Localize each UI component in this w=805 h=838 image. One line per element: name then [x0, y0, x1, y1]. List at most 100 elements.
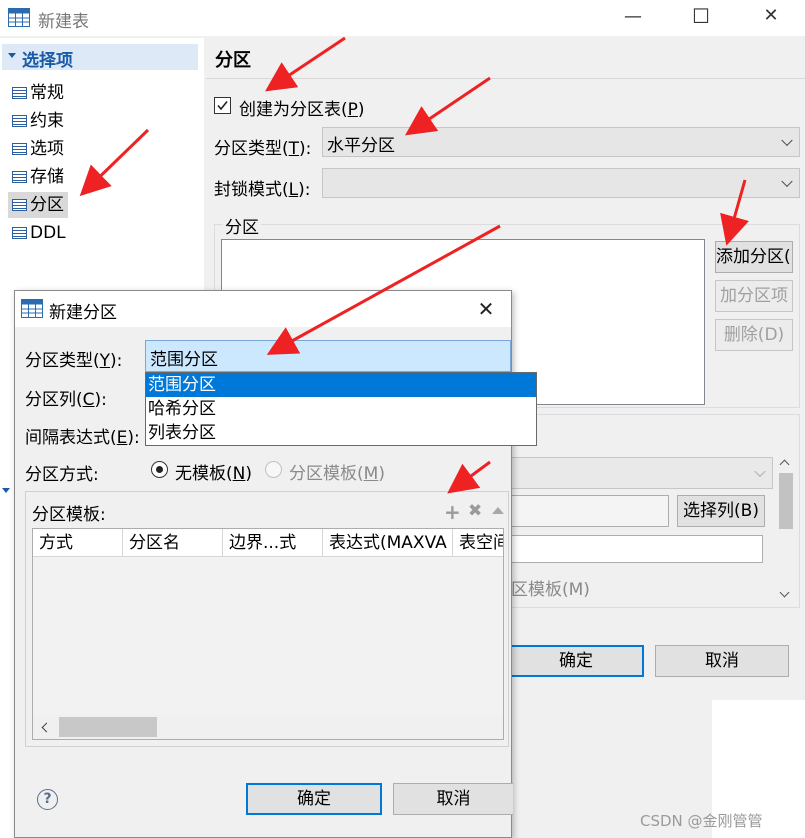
- radio-label: 分区模板(M): [289, 459, 385, 484]
- dialog-cancel-label: 取消: [436, 789, 471, 809]
- scroll-down-icon[interactable]: [779, 587, 790, 598]
- interval-input[interactable]: [505, 535, 763, 563]
- column-header[interactable]: 边界...式: [223, 529, 323, 557]
- dialog-type-label: 分区类型(Y):: [25, 346, 122, 371]
- add-icon[interactable]: +: [444, 500, 461, 524]
- maximize-icon[interactable]: ☐: [678, 4, 724, 28]
- select-column-label: 选择列(B): [683, 501, 759, 521]
- sidebar-item-label: 约束: [30, 111, 64, 131]
- column-label: 边界...式: [229, 533, 297, 553]
- add-partition-item-button[interactable]: 加分区项: [715, 280, 793, 312]
- main-ok-label: 确定: [559, 651, 593, 671]
- mnemonic: C: [82, 390, 95, 410]
- sidebar-header-label: 选择项: [22, 51, 73, 71]
- column-label: 表达式(MAXVA: [329, 533, 447, 553]
- option-label: 哈希分区: [148, 399, 216, 419]
- label-text: 分区模板(: [289, 464, 364, 484]
- scrollbar[interactable]: [775, 455, 799, 607]
- sidebar-header[interactable]: 选择项: [2, 44, 198, 71]
- template-radio[interactable]: 分区模板(M): [265, 459, 405, 484]
- list-icon: [12, 115, 27, 127]
- label-text: 分区类型(: [214, 139, 289, 159]
- subpartition-column-input[interactable]: [505, 495, 669, 527]
- watermark: CSDN @金刚管管: [640, 812, 763, 830]
- remove-icon[interactable]: ✖: [468, 501, 482, 521]
- sidebar-item-label: 分区: [30, 195, 64, 215]
- mnemonic: Y: [99, 351, 111, 371]
- subpartition-type-select[interactable]: [505, 457, 773, 489]
- divider: [206, 78, 805, 79]
- label-suffix: ):: [110, 351, 123, 371]
- collapse-icon: [8, 53, 16, 58]
- minimize-icon[interactable]: —: [610, 6, 656, 27]
- main-cancel-button[interactable]: 取消: [655, 645, 789, 677]
- add-partition-button[interactable]: 添加分区(L: [715, 241, 793, 273]
- delete-button[interactable]: 删除(D): [715, 319, 793, 351]
- scroll-left-icon[interactable]: [41, 722, 52, 733]
- select-column-button[interactable]: 选择列(B): [677, 495, 765, 527]
- sidebar-item-label: DDL: [30, 223, 66, 243]
- sidebar-item-label: 选项: [30, 139, 64, 159]
- list-icon: [12, 143, 27, 155]
- column-header[interactable]: 方式: [33, 529, 123, 557]
- dialog-type-select[interactable]: 范围分区: [145, 340, 511, 372]
- radio-dot: [156, 466, 163, 473]
- sidebar-item[interactable]: 选项: [8, 136, 68, 162]
- dialog-ok-label: 确定: [297, 789, 331, 809]
- partition-method-label: 分区方式:: [25, 465, 99, 485]
- dropdown-option[interactable]: 哈希分区: [146, 397, 536, 421]
- dialog-cancel-button[interactable]: 取消: [393, 783, 513, 815]
- lock-mode-select[interactable]: [322, 168, 800, 198]
- scroll-up-icon[interactable]: [779, 459, 790, 470]
- sidebar-item[interactable]: 存储: [8, 164, 68, 190]
- sidebar-item[interactable]: 分区: [8, 192, 68, 218]
- move-up-icon[interactable]: [492, 507, 504, 514]
- scroll-thumb[interactable]: [59, 717, 157, 737]
- close-icon[interactable]: ✕: [465, 297, 507, 321]
- partition-column-label: 分区列(C):: [25, 385, 107, 410]
- dropdown-option[interactable]: 范围分区: [146, 373, 536, 397]
- label-suffix: ):: [94, 390, 107, 410]
- partition-type-label: 分区类型(T):: [214, 134, 311, 159]
- radio-checked-icon: [151, 461, 168, 478]
- sidebar-item[interactable]: 约束: [8, 108, 68, 134]
- template-table[interactable]: 方式 分区名 边界...式 表达式(MAXVA 表空间: [32, 528, 504, 740]
- add-item-label: 加分区项: [720, 286, 788, 306]
- table-icon: [8, 8, 30, 27]
- dropdown-option[interactable]: 列表分区: [146, 421, 536, 445]
- horizontal-scrollbar[interactable]: [33, 715, 503, 739]
- scroll-thumb[interactable]: [779, 473, 793, 529]
- mnemonic: E: [116, 428, 128, 448]
- partition-type-dropdown: 范围分区 哈希分区列表分区: [145, 372, 537, 446]
- list-icon: [12, 227, 27, 239]
- template-group: 分区模板: + ✖ 方式 分区名 边界...式 表达式(MAXVA 表空间: [25, 491, 509, 747]
- help-icon[interactable]: ?: [37, 789, 58, 810]
- column-label: 表空间: [459, 533, 503, 553]
- sidebar-item[interactable]: 常规: [8, 80, 68, 106]
- column-label: 方式: [39, 533, 73, 553]
- option-label: 列表分区: [148, 423, 216, 443]
- close-icon[interactable]: ✕: [748, 5, 794, 26]
- column-header[interactable]: 表空间: [453, 529, 503, 557]
- dialog-title-bar: 新建分区 ✕: [15, 291, 511, 327]
- main-ok-button[interactable]: 确定: [508, 645, 644, 677]
- label-text: 无模板(: [175, 464, 233, 484]
- collapsed-section-icon: [2, 488, 10, 493]
- list-icon: [12, 199, 27, 211]
- partition-type-select[interactable]: 水平分区: [322, 127, 800, 157]
- dialog-type-value: 范围分区: [150, 350, 218, 370]
- mnemonic: M: [363, 464, 379, 484]
- create-partition-checkbox[interactable]: 创建为分区表(P): [214, 95, 414, 120]
- sidebar-item[interactable]: DDL: [8, 220, 70, 246]
- table-icon: [21, 299, 43, 318]
- no-template-radio[interactable]: 无模板(N): [151, 459, 261, 484]
- dialog-ok-button[interactable]: 确定: [246, 783, 382, 815]
- sidebar-item-label: 存储: [30, 167, 64, 187]
- main-cancel-label: 取消: [705, 651, 739, 671]
- column-header[interactable]: 表达式(MAXVA: [323, 529, 453, 557]
- radio-label: 无模板(N): [175, 459, 252, 484]
- label-text: 间隔表达式(: [25, 428, 117, 448]
- column-header[interactable]: 分区名: [123, 529, 223, 557]
- template-radio-fragment: 区模板(M): [511, 580, 590, 600]
- sidebar-item-label: 常规: [30, 83, 64, 103]
